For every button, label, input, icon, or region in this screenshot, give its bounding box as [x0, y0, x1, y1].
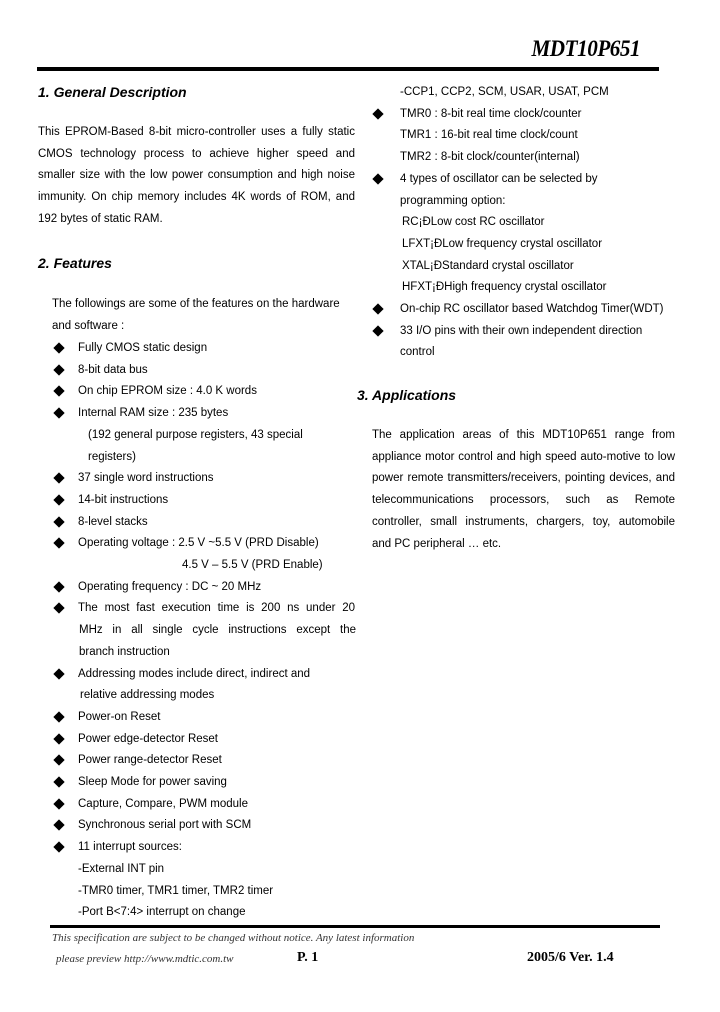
diamond-bullet-icon: [53, 776, 65, 788]
section-heading-features: 2. Features: [38, 255, 112, 271]
diamond-bullet-icon: [372, 303, 384, 315]
feature-item: Capture, Compare, PWM module: [78, 797, 249, 810]
paragraph-line: and PC peripheral … etc.: [372, 537, 502, 550]
feature-item: Power edge-detector Reset: [78, 732, 218, 745]
features-intro-line: and software :: [52, 320, 125, 332]
diamond-bullet-icon: [372, 173, 384, 185]
version-label: 2005/6 Ver. 1.4: [527, 950, 614, 965]
diamond-bullet-icon: [53, 364, 65, 376]
section-heading-general-description: 1. General Description: [38, 84, 187, 100]
paragraph-line: This EPROM-Based 8-bit micro-controller …: [38, 126, 355, 138]
diamond-bullet-icon: [53, 667, 65, 680]
feature-item-continuation: (192 general purpose registers, 43 speci…: [88, 428, 303, 441]
feature-item-continuation: XTAL¡ÐStandard crystal oscillator: [402, 259, 574, 272]
diamond-bullet-icon: [53, 732, 65, 745]
document-title: MDT10P651: [531, 36, 640, 61]
footer-rule: [50, 925, 660, 928]
feature-item-continuation: control: [400, 346, 435, 359]
section-heading-applications: 3. Applications: [357, 387, 457, 403]
feature-item: Internal RAM size : 235 bytes: [78, 407, 229, 420]
feature-item: 37 single word instructions: [78, 472, 214, 485]
feature-item-continuation: TMR2 : 8-bit clock/counter(internal): [400, 151, 580, 164]
feature-item: On-chip RC oscillator based Watchdog Tim…: [400, 303, 664, 315]
applications-paragraph: The application areas of this MDT10P651 …: [372, 425, 675, 555]
feature-item: Power range-detector Reset: [78, 754, 222, 767]
feature-item-continuation: -Port B<7:4> interrupt on change: [78, 906, 246, 919]
feature-item-continuation: -External INT pin: [78, 862, 165, 875]
footer-notice: This specification are subject to be cha…: [52, 932, 415, 944]
feature-item-continuation: -TMR0 timer, TMR1 timer, TMR2 timer: [78, 884, 274, 897]
paragraph-line: CMOS technology process to achieve highe…: [38, 147, 355, 160]
feature-item-continuation: programming option:: [400, 194, 506, 207]
feature-item-continuation: branch instruction: [79, 645, 170, 658]
diamond-bullet-icon: [372, 108, 384, 120]
paragraph-line: telecommunications processors, such as R…: [372, 494, 675, 507]
feature-item-continuation: LFXT¡ÐLow frequency crystal oscillator: [402, 237, 603, 250]
diamond-bullet-icon: [53, 841, 65, 853]
diamond-bullet-icon: [53, 754, 65, 766]
diamond-bullet-icon: [53, 385, 65, 398]
paragraph-line: 192 bytes of static RAM.: [38, 212, 163, 225]
feature-item: 8-bit data bus: [78, 363, 148, 376]
paragraph-line: The application areas of this MDT10P651 …: [372, 429, 675, 441]
diamond-bullet-icon: [53, 819, 65, 832]
paragraph-line: immunity. On chip memory includes 4K wor…: [38, 191, 355, 204]
feature-item: Fully CMOS static design: [78, 342, 208, 354]
feature-item: Addressing modes include direct, indirec…: [78, 667, 311, 680]
diamond-bullet-icon: [53, 798, 65, 810]
diamond-bullet-icon: [53, 515, 65, 528]
feature-item: 33 I/O pins with their own independent d…: [400, 324, 643, 337]
diamond-bullet-icon: [53, 711, 65, 723]
feature-item-continuation: TMR1 : 16-bit real time clock/count: [400, 129, 578, 142]
feature-item: 14-bit instructions: [78, 493, 169, 506]
diamond-bullet-icon: [53, 342, 65, 354]
feature-item: Operating voltage : 2.5 V ~5.5 V (PRD Di…: [78, 537, 319, 550]
paragraph-line: controller, small instruments, chargers,…: [372, 515, 675, 528]
feature-item: Operating frequency : DC ~ 20 MHz: [78, 580, 262, 593]
diamond-bullet-icon: [372, 325, 384, 337]
feature-item: The most fast execution time is 200 ns u…: [78, 602, 355, 615]
diamond-bullet-icon: [53, 581, 65, 593]
feature-item-continuation: RC¡ÐLow cost RC oscillator: [402, 216, 545, 229]
feature-item: On chip EPROM size : 4.0 K words: [78, 385, 257, 398]
diamond-bullet-icon: [53, 494, 65, 506]
feature-item: Synchronous serial port with SCM: [78, 819, 252, 832]
feature-item-continuation: MHz in all single cycle instructions exc…: [79, 624, 356, 637]
feature-item: 8-level stacks: [78, 515, 148, 528]
page-number: P. 1: [297, 950, 319, 965]
footer-url-line: please preview http://www.mdtic.com.tw: [56, 953, 234, 965]
paragraph-line: power remote transmitters/receivers, poi…: [372, 472, 675, 485]
feature-item: Sleep Mode for power saving: [78, 776, 227, 788]
feature-item: Power-on Reset: [78, 710, 161, 723]
feature-item-continuation: HFXT¡ÐHigh frequency crystal oscillator: [402, 281, 607, 294]
diamond-bullet-icon: [53, 537, 65, 549]
diamond-bullet-icon: [53, 407, 65, 419]
diamond-bullet-icon: [53, 602, 65, 615]
feature-item-continuation: -CCP1, CCP2, SCM, USAR, USAT, PCM: [400, 86, 609, 98]
feature-item: 4 types of oscillator can be selected by: [400, 172, 598, 185]
feature-item-continuation: relative addressing modes: [80, 689, 215, 702]
paragraph-line: appliance motor control and high speed a…: [372, 450, 675, 463]
features-intro-line: The followings are some of the features …: [52, 298, 340, 310]
feature-item: TMR0 : 8-bit real time clock/counter: [400, 107, 582, 120]
header-rule: [37, 67, 659, 71]
general-description-paragraph: This EPROM-Based 8-bit micro-controller …: [38, 122, 355, 231]
feature-item-continuation: registers): [88, 450, 136, 463]
diamond-bullet-icon: [53, 472, 65, 484]
feature-item-continuation: 4.5 V – 5.5 V (PRD Enable): [182, 559, 323, 571]
feature-item: 11 interrupt sources:: [78, 841, 182, 854]
paragraph-line: smaller size with the low power consumpt…: [38, 169, 355, 182]
